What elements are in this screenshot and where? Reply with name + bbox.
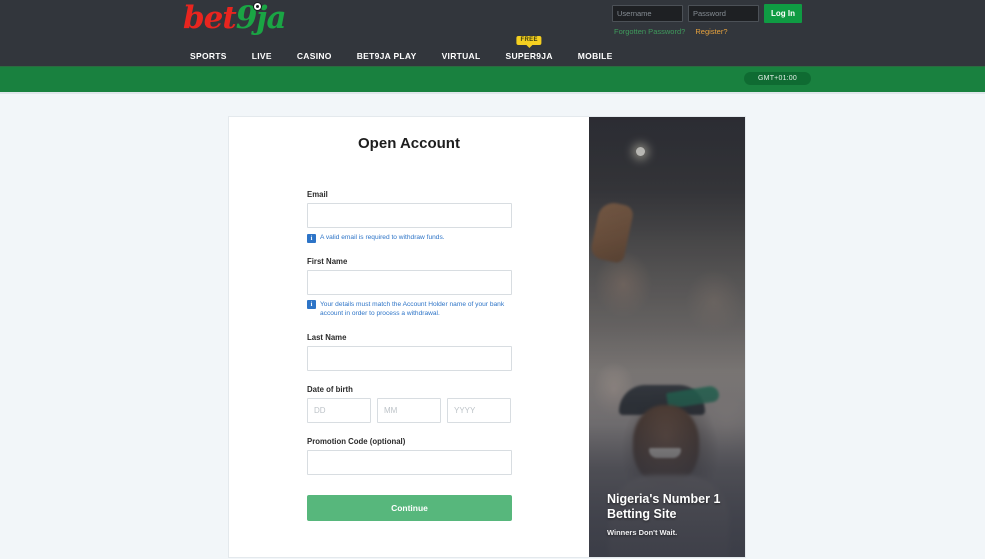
nav-label: BET9JA PLAY xyxy=(356,50,417,61)
email-input[interactable] xyxy=(307,203,512,228)
first-name-field-group: First Name i Your details must match the… xyxy=(307,256,512,319)
form-fields: Email i A valid email is required to wit… xyxy=(229,190,589,521)
free-badge: FREE xyxy=(516,35,542,45)
nav-label: MOBILE xyxy=(577,50,613,61)
first-name-hint-text: Your details must match the Account Hold… xyxy=(320,300,505,318)
nav-item-virtual[interactable]: VIRTUAL xyxy=(442,51,481,61)
nav-item-super9ja[interactable]: FREE SUPER9JA xyxy=(505,35,553,61)
first-name-hint: i Your details must match the Account Ho… xyxy=(307,300,511,319)
page-title: Open Account xyxy=(358,135,460,152)
registration-form-panel: Open Account Email i A valid email is re… xyxy=(229,117,589,557)
promo-panel: Nigeria's Number 1 Betting Site Winners … xyxy=(589,117,745,557)
soccer-ball-icon xyxy=(253,2,262,11)
email-label: Email xyxy=(307,190,328,199)
email-hint-text: A valid email is required to withdraw fu… xyxy=(320,234,445,241)
nav-item-bet9ja-play[interactable]: BET9JA PLAY xyxy=(357,51,417,61)
date-of-birth-row xyxy=(307,397,511,423)
info-icon: i xyxy=(307,233,316,243)
username-input[interactable] xyxy=(612,5,683,22)
timezone-pill[interactable]: GMT+01:00 xyxy=(744,72,811,85)
nav-label: VIRTUAL xyxy=(441,50,481,61)
last-name-label: Last Name xyxy=(307,332,347,342)
promo-subtitle: Winners Don't Wait. xyxy=(607,528,678,537)
promotion-code-field-group: Promotion Code (optional) xyxy=(307,436,512,475)
nav-item-casino[interactable]: CASINO xyxy=(297,51,332,61)
email-hint: i A valid email is required to withdraw … xyxy=(307,233,511,243)
open-account-card: Open Account Email i A valid email is re… xyxy=(228,116,746,558)
first-name-label: First Name xyxy=(307,256,348,266)
login-row: Log In xyxy=(612,4,802,23)
login-links: Forgotten Password? Register? xyxy=(614,27,728,36)
promotion-code-input[interactable] xyxy=(307,449,512,475)
nav-label: CASINO xyxy=(296,50,332,61)
page-body: Open Account Email i A valid email is re… xyxy=(0,94,985,558)
email-field-group: Email i A valid email is required to wit… xyxy=(307,190,512,243)
nav-label: LIVE xyxy=(251,50,272,61)
logo-text-bet: bet xyxy=(183,0,237,36)
dob-day-input[interactable] xyxy=(307,397,371,423)
main-navigation: SPORTS LIVE CASINO BET9JA PLAY VIRTUAL F… xyxy=(0,35,985,66)
forgotten-password-link[interactable]: Forgotten Password? xyxy=(614,27,685,36)
secondary-green-bar: GMT+01:00 xyxy=(0,66,985,94)
dob-month-input[interactable] xyxy=(377,397,441,423)
date-of-birth-label: Date of birth xyxy=(307,384,353,394)
register-link[interactable]: Register? xyxy=(695,27,727,36)
promo-text-block: Nigeria's Number 1 Betting Site Winners … xyxy=(607,492,735,538)
password-input[interactable] xyxy=(688,5,759,22)
first-name-input[interactable] xyxy=(307,269,512,295)
nav-item-sports[interactable]: SPORTS xyxy=(190,51,227,61)
nav-label: SUPER9JA xyxy=(505,50,553,61)
info-icon: i xyxy=(307,300,316,310)
continue-button[interactable]: Continue xyxy=(307,494,512,521)
login-area: Log In Forgotten Password? Register? xyxy=(605,4,985,44)
site-header: bet9ja Log In Forgotten Password? Regist… xyxy=(0,0,985,66)
nav-label: SPORTS xyxy=(190,50,227,61)
promo-title: Nigeria's Number 1 Betting Site xyxy=(607,491,721,521)
promotion-code-label: Promotion Code (optional) xyxy=(307,436,406,446)
nav-item-live[interactable]: LIVE xyxy=(252,51,272,61)
log-in-button[interactable]: Log In xyxy=(764,4,802,23)
last-name-input[interactable] xyxy=(307,345,512,371)
last-name-field-group: Last Name xyxy=(307,332,512,371)
dob-year-input[interactable] xyxy=(447,397,511,423)
nav-item-mobile[interactable]: MOBILE xyxy=(578,51,613,61)
date-of-birth-field-group: Date of birth xyxy=(307,385,511,423)
bet9ja-logo[interactable]: bet9ja xyxy=(183,1,293,35)
